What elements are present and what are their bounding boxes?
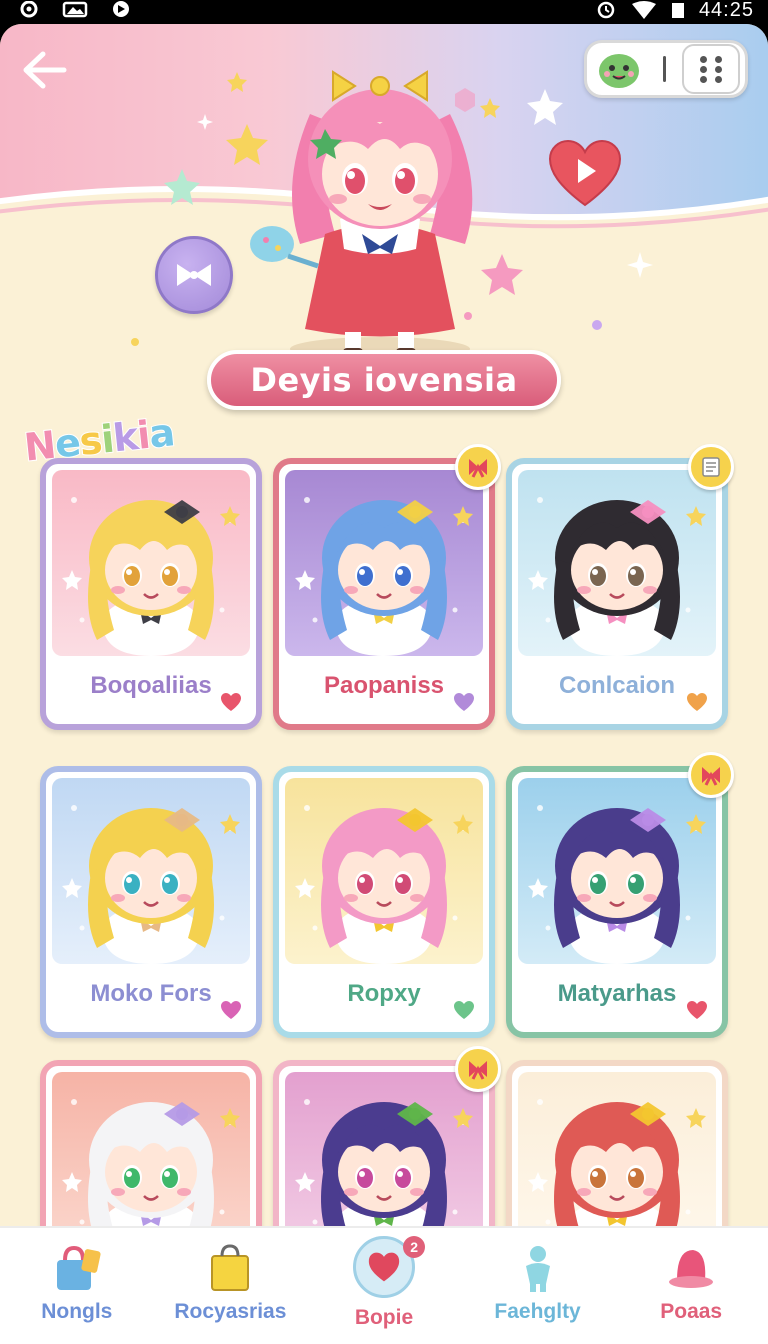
nav-item-label: Rocyasrias (174, 1300, 287, 1323)
heart-play-icon[interactable] (548, 139, 622, 209)
character-card[interactable]: Matyarhas (506, 766, 728, 1038)
pink-hat-icon (663, 1240, 719, 1296)
ribbon-icon[interactable] (455, 1046, 501, 1092)
shopping-bag-icon (49, 1240, 105, 1296)
nav-item-nongls[interactable]: Nongls (0, 1228, 154, 1344)
hero-character-illustration (250, 70, 473, 361)
bottom-navigation: Nongls Rocyasrias 2 Bopie Faehglty Poaas (0, 1226, 768, 1344)
nav-item-rocyasrias[interactable]: Rocyasrias (154, 1228, 308, 1344)
character-portrait (52, 470, 250, 656)
bow-button[interactable] (155, 236, 233, 314)
status-bar: 44:25 (0, 0, 768, 24)
toy-figure-icon (510, 1240, 566, 1296)
character-portrait (285, 778, 483, 964)
favorite-heart-icon[interactable] (686, 1000, 708, 1020)
favorite-heart-icon[interactable] (453, 692, 475, 712)
character-portrait (52, 778, 250, 964)
top-action-pill (584, 40, 748, 98)
character-card[interactable]: Paopaniss (273, 458, 495, 730)
note-icon[interactable] (688, 444, 734, 490)
yellow-bag-icon (202, 1240, 258, 1296)
favorite-heart-icon[interactable] (220, 1000, 242, 1020)
media-icon (20, 1, 38, 18)
back-button[interactable] (18, 44, 70, 96)
status-right-icons: 44:25 (595, 0, 754, 21)
character-portrait (518, 470, 716, 656)
nav-item-bopie[interactable]: 2 Bopie (307, 1228, 461, 1344)
pill-separator (663, 56, 666, 82)
title-text: Deyis iovensia (250, 361, 518, 399)
back-arrow-icon (23, 51, 67, 89)
grid-menu-icon[interactable] (682, 44, 740, 94)
favorite-heart-icon[interactable] (220, 692, 242, 712)
navigation-icon (113, 1, 129, 17)
character-card[interactable]: Boqoaliias (40, 458, 262, 730)
character-card[interactable]: Moko Fors (40, 766, 262, 1038)
character-card[interactable]: Ropxy (273, 766, 495, 1038)
character-card[interactable]: Conlcaion (506, 458, 728, 730)
ribbon-icon[interactable] (688, 752, 734, 798)
nav-item-label: Bopie (354, 1306, 414, 1329)
favorite-heart-icon[interactable] (453, 1000, 475, 1020)
screen: 44:25 Deyis iovensia Nesikia Boqoaliias … (0, 0, 768, 1344)
photo-icon (62, 1, 88, 18)
nav-item-label: Faehglty (494, 1300, 581, 1323)
nav-item-poaas[interactable]: Poaas (614, 1228, 768, 1344)
bow-icon (177, 264, 211, 286)
battery-icon (671, 3, 684, 18)
section-label-letter: a (146, 409, 177, 457)
alarm-icon (597, 1, 615, 19)
status-time: 44:25 (698, 0, 754, 21)
ribbon-icon[interactable] (455, 444, 501, 490)
favorite-heart-icon[interactable] (686, 692, 708, 712)
nav-item-label: Poaas (660, 1300, 723, 1323)
green-creature-icon[interactable] (597, 49, 641, 89)
status-left-icons (18, 0, 132, 20)
title-banner: Deyis iovensia (207, 350, 561, 410)
app-container: Deyis iovensia Nesikia Boqoaliias Paopan… (0, 24, 768, 1344)
wifi-icon (631, 1, 656, 19)
nav-item-faehglty[interactable]: Faehglty (461, 1228, 615, 1344)
nav-item-label: Nongls (41, 1300, 113, 1323)
notification-badge: 2 (403, 1236, 426, 1258)
character-portrait (285, 470, 483, 656)
character-portrait (518, 778, 716, 964)
